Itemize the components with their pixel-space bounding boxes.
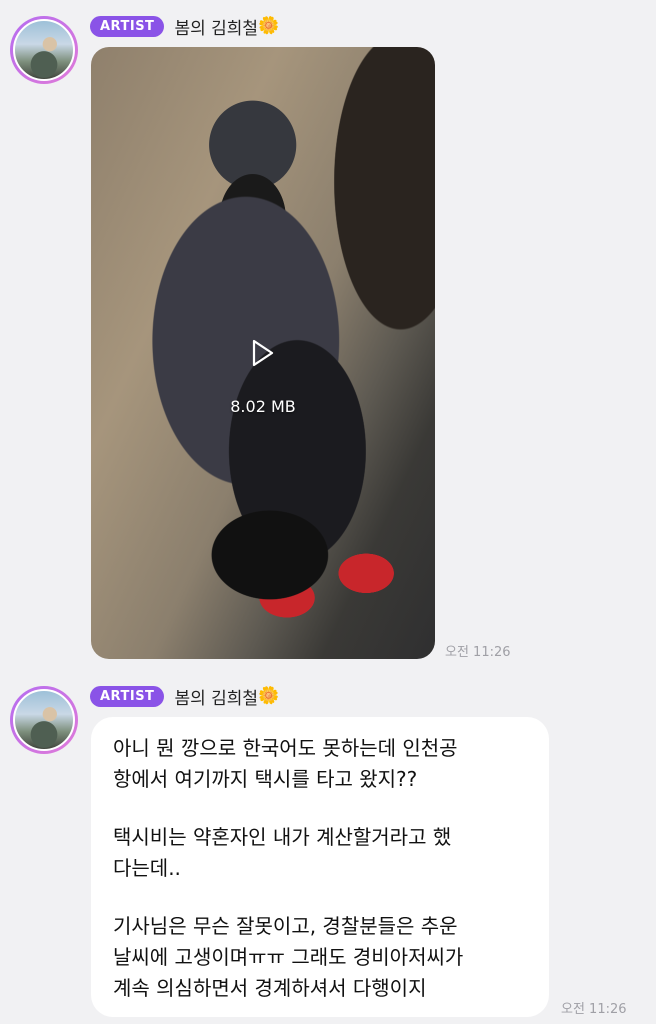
- artist-avatar[interactable]: [10, 16, 78, 84]
- message-time: 오전 11:26: [561, 1002, 627, 1017]
- avatar-image: [13, 689, 75, 751]
- artist-badge: ARTIST: [90, 685, 165, 707]
- sender-name: 봄의 김희철: [174, 18, 259, 39]
- sender-row: ARTIST 봄의 김희철 🌼: [90, 13, 279, 39]
- message-paragraph: 택시비는 약혼자인 내가 계산할거라고 했 다는데..: [113, 825, 452, 880]
- flower-icon: 🌼: [258, 686, 280, 706]
- message-time: 오전 11:26: [445, 645, 511, 660]
- avatar-image: [13, 19, 75, 81]
- message-paragraph: 기사님은 무슨 잘못이고, 경찰분들은 추운 날씨에 고생이며ㅠㅠ 그래도 경비…: [113, 914, 464, 1000]
- artist-badge: ARTIST: [90, 15, 165, 37]
- sender-name: 봄의 김희철: [174, 688, 259, 709]
- message-bubble[interactable]: 아니 뭔 깡으로 한국어도 못하는데 인천공 항에서 여기까지 택시를 타고 왔…: [91, 717, 549, 1017]
- flower-icon: 🌼: [258, 16, 280, 36]
- message-paragraph: 아니 뭔 깡으로 한국어도 못하는데 인천공 항에서 여기까지 택시를 타고 왔…: [113, 736, 458, 791]
- video-thumbnail[interactable]: 8.02 MB: [91, 47, 435, 659]
- video-size: 8.02 MB: [230, 397, 296, 416]
- sender-row: ARTIST 봄의 김희철 🌼: [90, 683, 279, 709]
- play-icon[interactable]: [251, 339, 275, 367]
- artist-avatar[interactable]: [10, 686, 78, 754]
